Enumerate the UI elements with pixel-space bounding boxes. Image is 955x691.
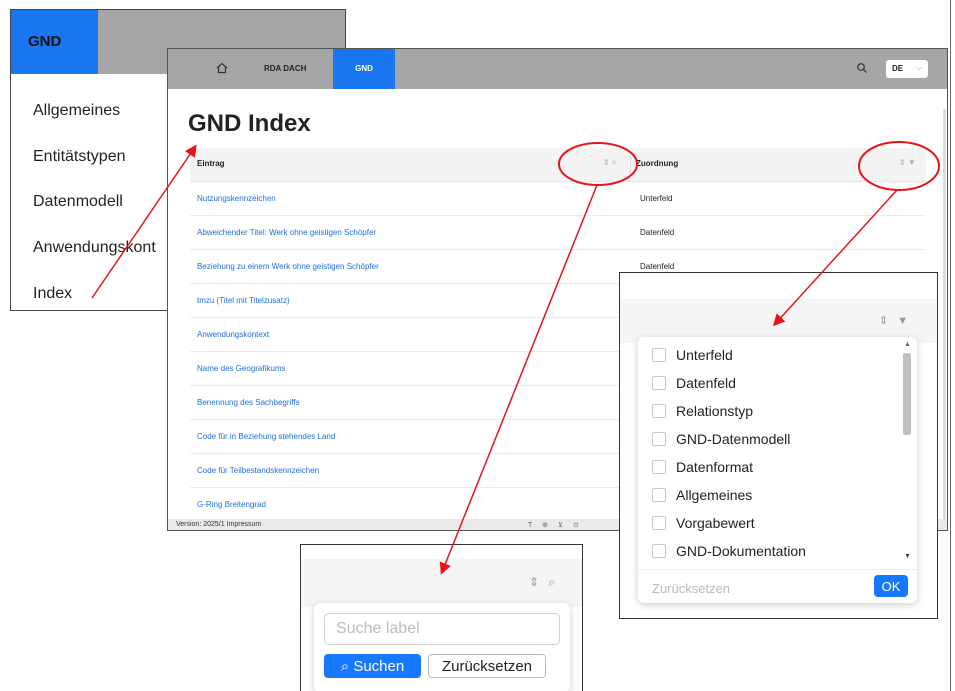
entry-link[interactable]: Name des Geografikums [197,364,285,373]
search-icon[interactable] [856,62,868,74]
filter-option-label: Vorgabewert [676,515,755,531]
entry-link[interactable]: tmzu (Titel mit Titelzusatz) [197,296,290,305]
filter-option[interactable]: GND-Dokumentation [652,543,806,559]
search-submit-button[interactable]: ⌕ Suchen [324,654,421,678]
entry-link[interactable]: Code für Teilbestandskennzeichen [197,466,319,475]
nav-item-allgemeines[interactable]: Allgemeines [33,102,120,120]
main-topbar: RDA DACH GND DE ⌵ [168,49,947,89]
sort-filter-icon[interactable]: ⇕ ▼ [879,314,911,327]
sort-search-icon[interactable]: ⇕ ⌕ [603,158,616,168]
filter-option[interactable]: Vorgabewert [652,515,755,531]
checkbox[interactable] [652,544,666,558]
nav-tab-gnd[interactable]: GND [333,49,395,89]
checkbox[interactable] [652,432,666,446]
assignment-cell: Unterfeld [640,194,673,203]
search-label-input[interactable] [324,613,560,645]
checkbox[interactable] [652,404,666,418]
column-header-eintrag[interactable]: Eintrag [197,159,225,168]
footer-icons: T ⊕ ⊻ ⊙ [528,522,583,529]
assignment-cell: Datenfeld [640,262,675,271]
checkbox[interactable] [652,460,666,474]
footer-text: Version: 2025/1 Impressum [176,521,262,528]
table-row: Nutzungskennzeichen Unterfeld [190,182,926,216]
filter-option[interactable]: Unterfeld [652,347,733,363]
filter-option[interactable]: Relationstyp [652,403,753,419]
filter-option-label: Datenfeld [676,375,736,391]
filter-popup-window: ⇕ ▼ Unterfeld Datenfeld Relationstyp GND-Da… [619,272,938,619]
entry-link[interactable]: Abweichender Titel: Werk ohne geistigen … [197,228,376,237]
entry-link[interactable]: Benennung des Sachbegriffs [197,398,300,407]
filter-option[interactable]: Allgemeines [652,487,752,503]
filter-option-label: GND-Dokumentation [676,543,806,559]
checkbox[interactable] [652,488,666,502]
filter-option[interactable]: Datenformat [652,459,753,475]
entry-link[interactable]: G-Ring Breitengrad [197,500,266,509]
entry-link[interactable]: Beziehung zu einem Werk ohne geistigen S… [197,262,379,271]
checkbox[interactable] [652,348,666,362]
nav-item-entitaetstypen[interactable]: Entitätstypen [33,148,126,166]
filter-dropdown: Unterfeld Datenfeld Relationstyp GND-Datenm… [638,337,917,603]
language-value: DE [892,64,904,73]
filter-ok-button[interactable]: OK [874,575,908,597]
chevron-down-icon: ⌵ [915,63,922,72]
filter-option[interactable]: GND-Datenmodell [652,431,790,447]
main-scrollbar[interactable] [943,109,946,529]
scroll-up-icon[interactable]: ▲ [904,341,911,348]
filter-option-label: Allgemeines [676,487,753,503]
nav-brand-gnd[interactable]: GND [11,10,98,74]
search-popup-window: ⇕ ⌕ ⌕ Suchen Zurücksetzen [300,544,583,691]
sort-filter-icon[interactable]: ⇕ ▼ [899,158,916,167]
filter-option-label: Datenformat [676,459,754,475]
home-icon[interactable] [215,61,229,75]
column-header-zuordnung[interactable]: Zuordnung [636,159,678,168]
scroll-down-icon[interactable]: ▼ [904,553,911,560]
filter-dropdown-footer: Zurücksetzen OK [638,569,917,603]
column-divider [630,156,631,174]
filter-option-label: Relationstyp [676,403,754,419]
language-select[interactable]: DE ⌵ [886,60,928,78]
checkbox[interactable] [652,376,666,390]
search-popup-header: ⇕ ⌕ [301,559,582,607]
table-header: Eintrag ⇕ ⌕ Zuordnung ⇕ ▼ [190,148,926,182]
assignment-cell: Datenfeld [640,228,675,237]
entry-link[interactable]: Code für in Beziehung stehendes Land [197,432,335,441]
filter-option-label: GND-Datenmodell [676,431,791,447]
table-row: Abweichender Titel: Werk ohne geistigen … [190,216,926,250]
nav-item-anwendungskontext[interactable]: Anwendungskont [33,239,156,257]
filter-option-label: Unterfeld [676,347,733,363]
checkbox[interactable] [652,516,666,530]
nav-tab-rda-dach[interactable]: RDA DACH [264,64,306,73]
screen-edge-line [950,0,951,691]
filter-reset-button[interactable]: Zurücksetzen [652,581,730,596]
search-dropdown: ⌕ Suchen Zurücksetzen [314,603,570,691]
page-title: GND Index [188,110,311,137]
nav-item-index[interactable]: Index [33,285,72,303]
search-reset-button[interactable]: Zurücksetzen [428,654,546,678]
entry-link[interactable]: Anwendungskontext [197,330,269,339]
filter-option[interactable]: Datenfeld [652,375,736,391]
sort-search-icon[interactable]: ⇕ ⌕ [529,575,558,590]
dropdown-scroll-thumb[interactable] [903,353,911,435]
nav-item-datenmodell[interactable]: Datenmodell [33,193,123,211]
entry-link[interactable]: Nutzungskennzeichen [197,194,276,203]
